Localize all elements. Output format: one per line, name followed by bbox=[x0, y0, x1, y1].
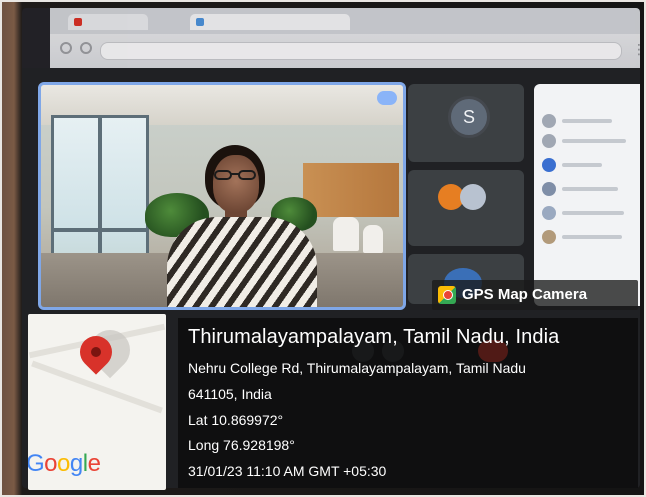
glasses bbox=[214, 170, 258, 180]
striped-shirt bbox=[167, 217, 317, 307]
latitude: Lat 10.869972° bbox=[188, 412, 284, 428]
avatar bbox=[460, 184, 486, 210]
address-bar[interactable] bbox=[100, 42, 622, 60]
list-item[interactable] bbox=[542, 182, 632, 198]
address-line: 641105, India bbox=[188, 386, 272, 402]
logo-letter: e bbox=[87, 450, 101, 477]
address-line: Nehru College Rd, Thirumalayampalayam, T… bbox=[188, 360, 526, 376]
map-thumbnail: Google bbox=[28, 314, 166, 490]
reload-icon[interactable] bbox=[80, 42, 92, 54]
google-logo: Google bbox=[28, 450, 101, 478]
logo-letter: o bbox=[57, 450, 70, 477]
avatar: S bbox=[448, 96, 490, 138]
datetime: 31/01/23 11:10 AM GMT +05:30 bbox=[188, 463, 387, 479]
location-info-panel: Thirumalayampalayam, Tamil Nadu, India N… bbox=[178, 318, 638, 488]
browser-tab-active[interactable] bbox=[190, 14, 350, 30]
chair bbox=[363, 225, 383, 253]
wood-wall bbox=[303, 163, 399, 217]
back-icon[interactable] bbox=[60, 42, 72, 54]
longitude: Long 76.928198° bbox=[188, 437, 295, 453]
participant-video bbox=[167, 145, 317, 307]
kebab-menu-icon[interactable]: ⋮ bbox=[632, 42, 640, 56]
tab-strip bbox=[50, 8, 640, 34]
location-title: Thirumalayampalayam, Tamil Nadu, India bbox=[188, 326, 560, 348]
gps-map-camera-badge: GPS Map Camera bbox=[432, 280, 638, 310]
gps-camera-icon bbox=[438, 286, 456, 304]
list-item[interactable] bbox=[542, 206, 632, 222]
list-item[interactable] bbox=[542, 134, 632, 150]
chair bbox=[333, 217, 359, 251]
others-tile[interactable] bbox=[408, 170, 524, 246]
logo-letter: o bbox=[44, 450, 58, 477]
favicon-icon bbox=[74, 18, 82, 26]
photo: ⋮ S Google GPS Map Camera Thirumalayampa… bbox=[0, 0, 646, 497]
badge-label: GPS Map Camera bbox=[462, 286, 588, 303]
participant-tile[interactable]: S bbox=[408, 84, 524, 162]
mic-indicator-icon bbox=[377, 91, 397, 105]
list-item[interactable] bbox=[542, 230, 632, 246]
list-item[interactable] bbox=[542, 114, 632, 130]
people-panel bbox=[534, 84, 640, 306]
browser-tab[interactable] bbox=[68, 14, 148, 30]
logo-letter: G bbox=[28, 450, 45, 477]
list-item[interactable] bbox=[542, 158, 632, 174]
browser-chrome: ⋮ bbox=[50, 8, 640, 68]
logo-letter: g bbox=[69, 450, 83, 477]
main-video-tile[interactable] bbox=[38, 82, 406, 310]
favicon-icon bbox=[196, 18, 204, 26]
